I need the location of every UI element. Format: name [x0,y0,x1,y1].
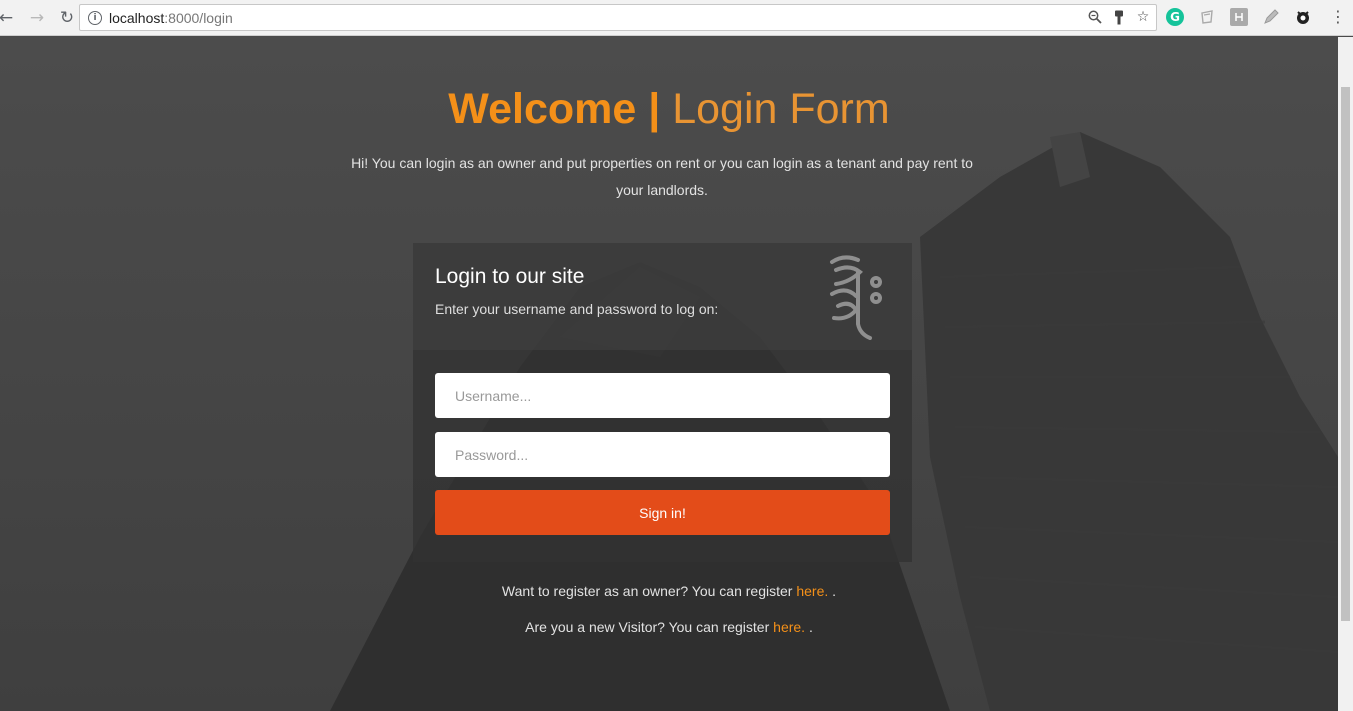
owner-register-line: Want to register as an owner? You can re… [0,583,1338,599]
password-input[interactable] [435,432,890,477]
visitor-register-text: Are you a new Visitor? You can register [525,619,770,635]
login-heading: Login to our site [435,265,585,288]
browser-toolbar: ← → ↻ i localhost:8000/login ☆ G ⋮ [0,0,1353,36]
page-content: Welcome | Login Form Hi! You can login a… [0,37,1338,711]
visitor-register-tail: . [808,619,813,635]
scrollbar-thumb[interactable] [1341,87,1350,621]
visitor-register-line: Are you a new Visitor? You can register … [0,619,1338,635]
grammarly-icon[interactable]: G [1166,8,1184,26]
login-description: Enter your username and password to log … [435,301,719,317]
extension-icon[interactable] [1230,8,1248,26]
visitor-register-link[interactable]: here. [773,619,805,635]
url-text[interactable]: localhost:8000/login [109,10,233,26]
zoom-icon[interactable] [1088,8,1102,26]
extension-icon[interactable] [1198,8,1216,26]
scrollbar[interactable] [1338,37,1353,711]
info-icon[interactable]: i [88,10,102,25]
title-light: Login Form [672,85,890,133]
info-icon-glyph: i [93,12,97,23]
login-card: Login to our site Enter your username an… [413,243,912,562]
logo-icon [830,255,882,340]
title-bold: Welcome | [448,85,661,133]
address-bar[interactable]: i localhost:8000/login ☆ [79,4,1157,31]
star-icon[interactable]: ☆ [1136,8,1150,26]
login-form: Sign in! [413,350,912,562]
page-subtitle: Hi! You can login as an owner and put pr… [351,155,973,198]
owner-register-text: Want to register as an owner? You can re… [501,583,793,599]
owner-register-link[interactable]: here. [796,583,828,599]
key-icon[interactable] [1112,8,1126,26]
reload-icon[interactable]: ↻ [56,7,78,29]
pen-icon[interactable] [1262,8,1280,26]
sign-in-button[interactable]: Sign in! [435,490,890,535]
url-host: localhost [109,9,165,26]
back-icon[interactable]: ← [0,7,16,29]
username-input[interactable] [435,373,890,418]
login-card-header: Login to our site Enter your username an… [413,243,912,350]
url-path: :8000/login [164,9,233,26]
page-title: Welcome | Login Form [0,84,1338,134]
forward-icon[interactable]: → [26,7,48,29]
owner-register-tail: . [832,583,837,599]
extension-icon[interactable] [1294,8,1312,26]
menu-icon[interactable]: ⋮ [1330,7,1346,27]
